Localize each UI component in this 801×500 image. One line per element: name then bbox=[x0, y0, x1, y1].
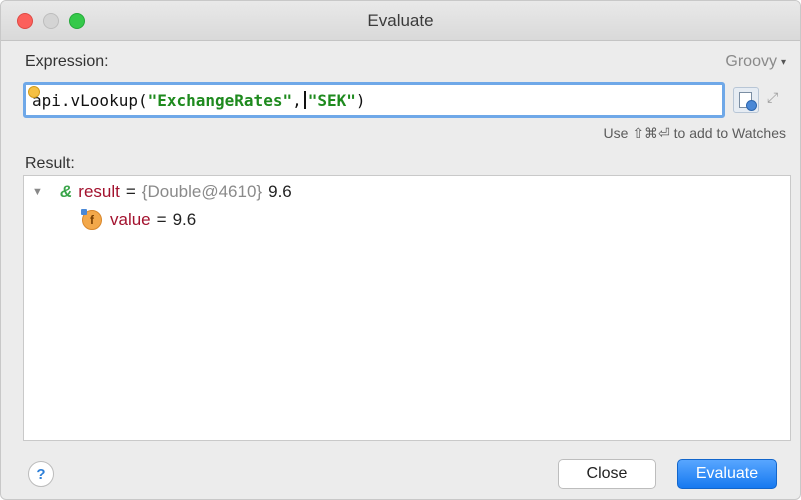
title-bar: Evaluate bbox=[1, 1, 800, 41]
watch-glasses-icon: & bbox=[60, 182, 73, 201]
var-name: value bbox=[110, 210, 151, 229]
evaluate-dialog: Evaluate Expression: Groovy ▾ api.vLooku… bbox=[0, 0, 801, 500]
code-arg1: "ExchangeRates" bbox=[147, 90, 293, 110]
help-button[interactable]: ? bbox=[28, 461, 54, 487]
language-value: Groovy bbox=[725, 53, 777, 70]
watches-hint: Use ⇧⌘⏎ to add to Watches bbox=[603, 125, 786, 141]
var-value: 9.6 bbox=[172, 210, 197, 229]
equals-sign: = bbox=[125, 182, 136, 201]
expression-input[interactable]: api.vLookup( "ExchangeRates" , "SEK" ) bbox=[23, 82, 725, 118]
code-suffix: ) bbox=[355, 90, 366, 110]
text-cursor bbox=[303, 91, 306, 109]
expand-icon[interactable]: ⤢ bbox=[767, 89, 778, 106]
code-prefix: api.vLookup( bbox=[32, 90, 148, 110]
type-info: {Double@4610} bbox=[141, 182, 263, 201]
window-title: Evaluate bbox=[367, 11, 434, 30]
result-tree[interactable]: ▼ & result = {Double@4610} 9.6 f value =… bbox=[23, 175, 791, 441]
tree-row-value[interactable]: f value = 9.6 bbox=[81, 209, 197, 230]
equals-sign: = bbox=[156, 210, 167, 229]
result-label: Result: bbox=[25, 155, 75, 172]
close-button[interactable]: Close bbox=[558, 459, 656, 489]
collapse-arrow-icon[interactable]: ▼ bbox=[32, 186, 48, 198]
var-value: 9.6 bbox=[268, 182, 292, 201]
var-name: result bbox=[78, 182, 120, 201]
tree-row-result[interactable]: ▼ & result = {Double@4610} 9.6 bbox=[32, 182, 292, 202]
code-comma: , bbox=[292, 90, 302, 110]
expression-label: Expression: bbox=[25, 53, 109, 70]
lightbulb-icon[interactable] bbox=[28, 86, 40, 98]
language-dropdown[interactable]: Groovy ▾ bbox=[725, 53, 786, 71]
history-button[interactable] bbox=[733, 87, 759, 113]
code-arg2: "SEK" bbox=[307, 90, 356, 110]
chevron-down-icon: ▾ bbox=[780, 56, 786, 68]
evaluate-button[interactable]: Evaluate bbox=[677, 459, 777, 489]
field-icon: f bbox=[81, 209, 102, 230]
